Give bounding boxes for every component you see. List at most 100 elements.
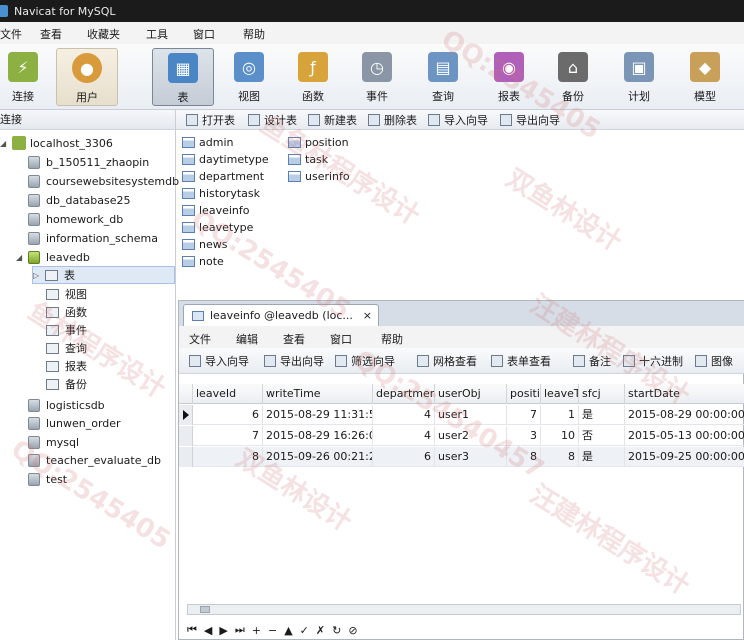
edit-record-icon[interactable]: ▲ <box>284 624 292 637</box>
column-header[interactable]: departmen <box>373 384 435 404</box>
cancel-record-icon[interactable]: ✗ <box>316 624 325 637</box>
expand-arrow-icon[interactable]: ▷ <box>33 271 43 280</box>
design-table-button[interactable]: 设计表 <box>248 112 297 128</box>
tree-db-item[interactable]: coursewebsitesystemdb <box>28 172 179 190</box>
grid-view-button[interactable]: 网格查看 <box>417 353 477 369</box>
column-header[interactable]: sfcj <box>579 384 625 404</box>
memo-button[interactable]: 备注 <box>573 353 611 369</box>
grid-cell[interactable]: 2015-09-26 00:21:2 <box>263 447 373 467</box>
grid-cell[interactable]: 6 <box>193 405 263 425</box>
toolbar-user-button[interactable]: ● 用户 <box>56 48 118 106</box>
column-header[interactable]: leaveT <box>541 384 579 404</box>
menu-tools[interactable]: 工具 <box>146 26 168 42</box>
collapse-arrow-icon[interactable]: ◢ <box>16 253 26 262</box>
toolbar-query-button[interactable]: ▤ 查询 <box>412 48 474 106</box>
tree-db-item[interactable]: information_schema <box>28 229 158 247</box>
table-row[interactable]: 7 2015-08-29 16:26:0 4 user2 3 10 否 2015… <box>179 426 744 446</box>
export-wizard-button[interactable]: 导出向导 <box>264 353 324 369</box>
tree-db-item[interactable]: test <box>28 470 67 488</box>
image-button[interactable]: 图像 <box>695 353 733 369</box>
child-menu-edit[interactable]: 编辑 <box>236 331 258 347</box>
grid-cell[interactable]: 4 <box>373 405 435 425</box>
column-header[interactable]: leaveId <box>193 384 263 404</box>
grid-cell[interactable]: 2015-08-29 00:00:00 <box>625 405 744 425</box>
grid-cell[interactable]: 否 <box>579 426 625 446</box>
grid-cell[interactable]: 10 <box>541 426 579 446</box>
grid-cell[interactable]: 2015-08-29 11:31:5 <box>263 405 373 425</box>
tree-db-item[interactable]: b_150511_zhaopin <box>28 153 149 171</box>
form-view-button[interactable]: 表单查看 <box>491 353 551 369</box>
grid-cell[interactable]: 2015-09-25 00:00:00 <box>625 447 744 467</box>
toolbar-model-button[interactable]: ◆ 模型 <box>674 48 736 106</box>
menu-window[interactable]: 窗口 <box>193 26 215 42</box>
grid-cell[interactable]: 是 <box>579 405 625 425</box>
child-menu-window[interactable]: 窗口 <box>330 331 352 347</box>
table-item[interactable]: department <box>182 168 264 185</box>
toolbar-connection-button[interactable]: ⚡ 连接 <box>0 48 54 106</box>
grid-cell[interactable]: 8 <box>541 447 579 467</box>
menu-file[interactable]: 文件 <box>0 26 22 42</box>
column-header[interactable]: startDate <box>625 384 744 404</box>
column-header[interactable]: positi <box>507 384 541 404</box>
close-tab-icon[interactable]: × <box>363 309 372 322</box>
export-wizard-button[interactable]: 导出向导 <box>500 112 560 128</box>
grid-cell[interactable]: 是 <box>579 447 625 467</box>
tree-node-views[interactable]: 视图 <box>46 285 87 303</box>
delete-record-icon[interactable]: − <box>268 624 277 637</box>
next-record-icon[interactable]: ▶ <box>219 624 227 637</box>
table-item[interactable]: news <box>182 236 227 253</box>
tree-db-item[interactable]: lunwen_order <box>28 414 121 432</box>
table-item[interactable]: note <box>182 253 224 270</box>
table-item[interactable]: userinfo <box>288 168 350 185</box>
stop-icon[interactable]: ⊘ <box>348 624 357 637</box>
grid-cell[interactable]: user3 <box>435 447 507 467</box>
tree-db-item[interactable]: homework_db <box>28 210 123 228</box>
tree-node-reports[interactable]: 报表 <box>46 357 87 375</box>
menu-favorites[interactable]: 收藏夹 <box>87 26 120 42</box>
grid-cell[interactable]: 3 <box>507 426 541 446</box>
tab-leaveinfo[interactable]: leaveinfo @leavedb (loc... × <box>183 304 379 326</box>
grid-cell[interactable]: 7 <box>507 405 541 425</box>
table-item[interactable]: leavetype <box>182 219 253 236</box>
expand-arrow-icon[interactable]: ◢ <box>0 139 10 148</box>
horizontal-scrollbar[interactable] <box>187 604 741 615</box>
tree-connection-localhost[interactable]: ◢ localhost_3306 <box>0 134 113 152</box>
new-table-button[interactable]: 新建表 <box>308 112 357 128</box>
tree-node-queries[interactable]: 查询 <box>46 339 87 357</box>
grid-cell[interactable]: user2 <box>435 426 507 446</box>
grid-cell[interactable]: user1 <box>435 405 507 425</box>
tree-node-tables[interactable]: ▷ 表 <box>32 266 175 284</box>
menu-help[interactable]: 帮助 <box>243 26 265 42</box>
grid-cell[interactable]: 8 <box>507 447 541 467</box>
grid-cell[interactable]: 8 <box>193 447 263 467</box>
grid-cell[interactable]: 2015-08-29 16:26:0 <box>263 426 373 446</box>
import-wizard-button[interactable]: 导入向导 <box>189 353 249 369</box>
child-menu-help[interactable]: 帮助 <box>381 331 403 347</box>
scrollbar-thumb[interactable] <box>200 606 210 613</box>
menu-view[interactable]: 查看 <box>40 26 62 42</box>
toolbar-event-button[interactable]: ◷ 事件 <box>346 48 408 106</box>
delete-table-button[interactable]: 删除表 <box>368 112 417 128</box>
table-item[interactable]: task <box>288 151 328 168</box>
tree-db-item[interactable]: db_database25 <box>28 191 130 209</box>
prev-record-icon[interactable]: ◀ <box>204 624 212 637</box>
tree-db-item[interactable]: teacher_evaluate_db <box>28 451 161 469</box>
child-menu-view[interactable]: 查看 <box>283 331 305 347</box>
table-row[interactable]: 8 2015-09-26 00:21:2 6 user3 8 8 是 2015-… <box>179 447 744 467</box>
table-item[interactable]: daytimetype <box>182 151 269 168</box>
grid-cell[interactable]: 1 <box>541 405 579 425</box>
grid-cell[interactable]: 2015-05-13 00:00:00 <box>625 426 744 446</box>
table-item[interactable]: leaveinfo <box>182 202 249 219</box>
tree-node-functions[interactable]: 函数 <box>46 303 87 321</box>
first-record-icon[interactable]: ⏮ <box>187 623 197 637</box>
column-header[interactable]: writeTime <box>263 384 373 404</box>
toolbar-schedule-button[interactable]: ▣ 计划 <box>608 48 670 106</box>
grid-cell[interactable]: 4 <box>373 426 435 446</box>
grid-cell[interactable]: 6 <box>373 447 435 467</box>
table-row[interactable]: 6 2015-08-29 11:31:5 4 user1 7 1 是 2015-… <box>179 405 744 425</box>
import-wizard-button[interactable]: 导入向导 <box>428 112 488 128</box>
table-item[interactable]: admin <box>182 134 233 151</box>
filter-wizard-button[interactable]: 筛选向导 <box>335 353 395 369</box>
toolbar-view-button[interactable]: ◎ 视图 <box>218 48 280 106</box>
toolbar-table-button[interactable]: ▦ 表 <box>152 48 214 106</box>
